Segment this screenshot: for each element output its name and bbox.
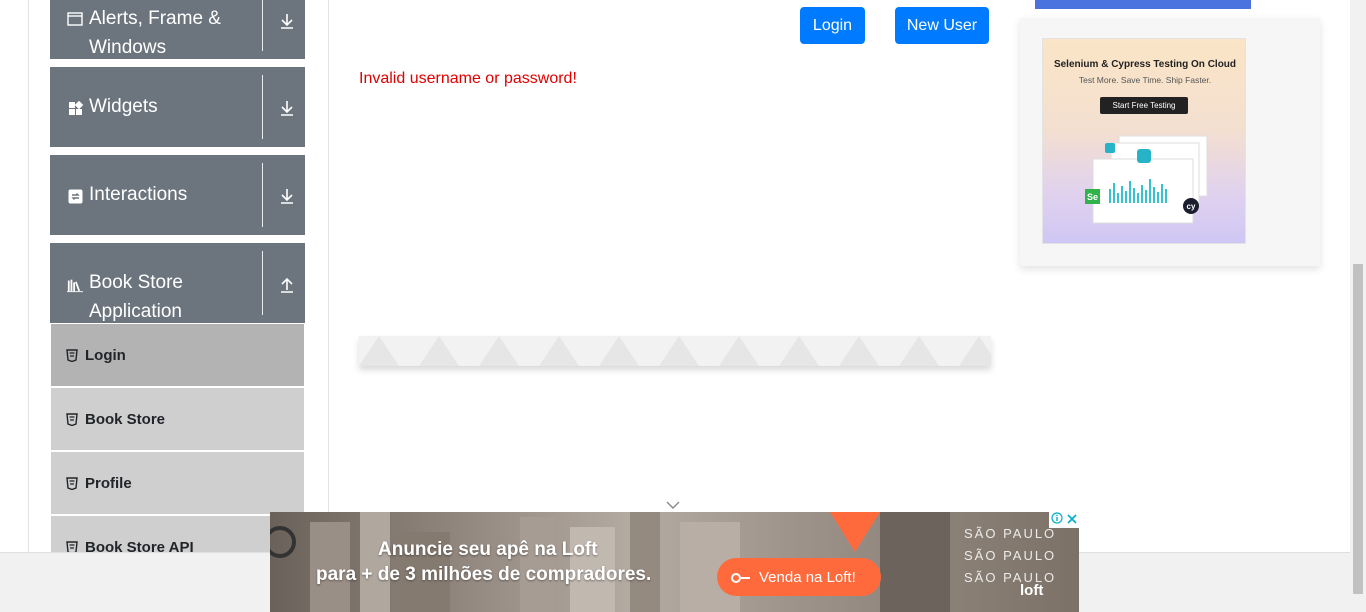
download-arrow-icon[interactable] xyxy=(276,185,298,207)
download-arrow-icon[interactable] xyxy=(276,97,298,119)
error-message: Invalid username or password! xyxy=(359,70,577,87)
download-arrow-icon[interactable] xyxy=(276,10,298,32)
selenium-badge: Se xyxy=(1085,189,1100,204)
close-icon[interactable] xyxy=(1067,512,1077,529)
side-ad-cta-button[interactable]: Start Free Testing xyxy=(1100,97,1188,114)
left-border xyxy=(28,0,29,552)
html5-icon xyxy=(65,348,79,362)
sidebar-item-book-store[interactable]: Book Store xyxy=(51,388,304,450)
ad-choices[interactable] xyxy=(1049,512,1079,528)
interactions-icon xyxy=(67,188,83,204)
page-root: Alerts, Frame & Windows Widgets Interact… xyxy=(0,0,1366,612)
banner-cta-button[interactable]: Venda na Loft! xyxy=(717,558,881,596)
html5-icon xyxy=(65,412,79,426)
banner-city-text: SÃO PAULO xyxy=(964,526,1057,541)
group-label: Interactions xyxy=(89,184,188,205)
group-separator xyxy=(262,0,263,51)
city-skyline-image xyxy=(270,512,950,612)
window-icon xyxy=(67,11,83,27)
group-book-store-application[interactable]: Book Store Application xyxy=(50,243,305,323)
banner-subheadline: para + de 3 milhões de compradores. xyxy=(316,564,652,585)
cypress-badge: cy xyxy=(1183,198,1199,214)
sidebar-item-label: Login xyxy=(85,346,126,364)
sidebar-border xyxy=(328,0,329,552)
group-separator xyxy=(262,75,263,139)
loft-logo: loft xyxy=(1020,582,1044,599)
bottom-banner-ad[interactable]: Anuncie seu apê na Loft para + de 3 milh… xyxy=(270,512,1079,612)
new-user-button[interactable]: New User xyxy=(895,7,989,44)
login-button[interactable]: Login xyxy=(800,7,865,44)
banner-city-text: SÃO PAULO xyxy=(964,548,1057,563)
group-interactions[interactable]: Interactions xyxy=(50,155,305,235)
sidebar-item-profile[interactable]: Profile xyxy=(51,452,304,514)
side-ad-panel[interactable]: Selenium & Cypress Testing On Cloud Test… xyxy=(1020,18,1320,266)
banner-cta-label: Venda na Loft! xyxy=(759,568,856,586)
group-label: Widgets xyxy=(89,96,158,117)
ad-banner-top[interactable] xyxy=(1035,0,1251,9)
pattern-strip xyxy=(359,336,991,366)
books-icon xyxy=(67,277,83,293)
side-ad-card[interactable]: Selenium & Cypress Testing On Cloud Test… xyxy=(1042,38,1246,244)
side-ad-subtitle: Test More. Save Time. Ship Faster. xyxy=(1078,75,1212,85)
group-widgets[interactable]: Widgets xyxy=(50,67,305,147)
group-label: Book Store Application xyxy=(89,272,183,322)
dashboard-illustration xyxy=(1092,135,1208,224)
chevron-down-icon[interactable] xyxy=(666,497,680,509)
group-separator xyxy=(262,163,263,227)
html5-icon xyxy=(65,476,79,490)
key-icon xyxy=(731,571,751,583)
banner-headline: Anuncie seu apê na Loft xyxy=(378,539,598,560)
sidebar-item-label: Book Store xyxy=(85,410,166,428)
group-alerts-frame-windows[interactable]: Alerts, Frame & Windows xyxy=(50,0,305,59)
sidebar-item-login[interactable]: Login xyxy=(51,324,304,386)
info-icon[interactable] xyxy=(1051,512,1063,529)
side-ad-title: Selenium & Cypress Testing On Cloud xyxy=(1053,59,1237,70)
group-label: Alerts, Frame & Windows xyxy=(89,8,221,58)
upload-arrow-icon[interactable] xyxy=(276,274,298,296)
widgets-icon xyxy=(67,100,83,116)
group-separator xyxy=(262,251,263,315)
page-scrollbar[interactable] xyxy=(1350,0,1366,612)
scrollbar-thumb[interactable] xyxy=(1353,264,1363,594)
sidebar-item-label: Profile xyxy=(85,474,132,492)
